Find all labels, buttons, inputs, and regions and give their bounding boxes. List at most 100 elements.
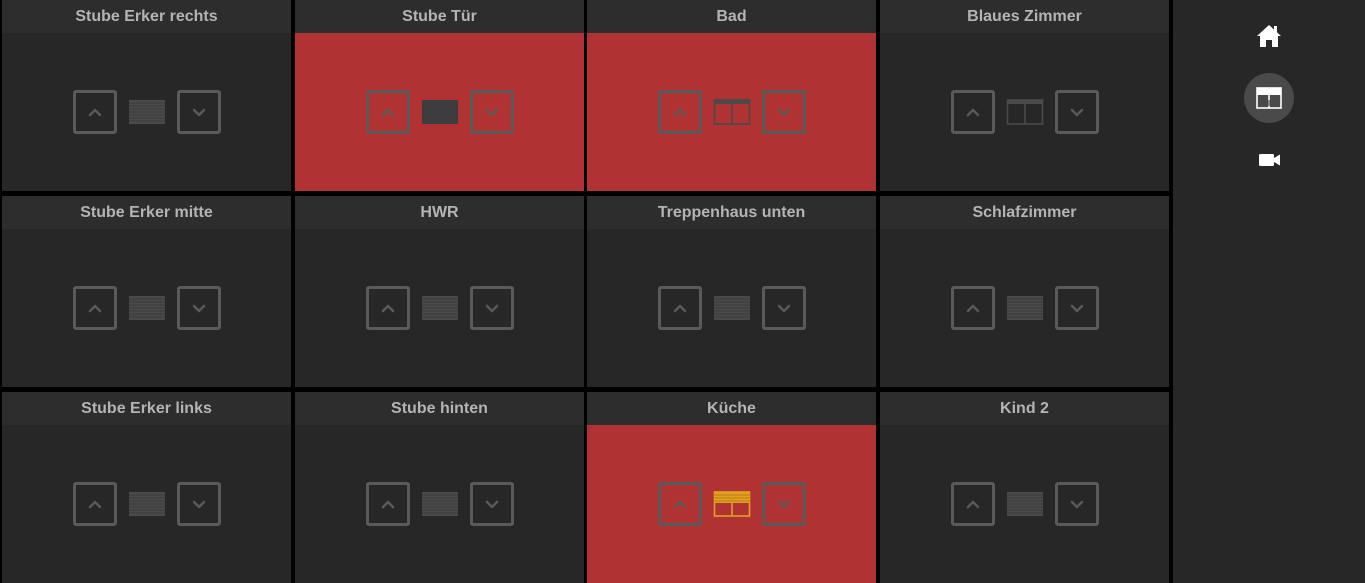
nav-camera-button[interactable]: [1244, 135, 1294, 185]
tile-body: [295, 229, 584, 387]
shutter-down-button[interactable]: [176, 90, 221, 134]
shutter-up-button[interactable]: [72, 90, 117, 134]
shutter-icon: [1256, 87, 1282, 109]
shutter-tile: Blaues Zimmer: [880, 0, 1169, 191]
shutter-status-icon: [1006, 294, 1044, 322]
shutter-up-button[interactable]: [657, 286, 702, 330]
tile-body: [880, 229, 1169, 387]
tile-body: [295, 425, 584, 583]
shutter-down-button[interactable]: [176, 286, 221, 330]
shutter-tile: Schlafzimmer: [880, 196, 1169, 387]
shutter-controls: [72, 286, 221, 330]
tile-title: Kind 2: [880, 392, 1169, 425]
nav-shutters-button[interactable]: [1244, 73, 1294, 123]
shutter-down-button[interactable]: [1054, 286, 1099, 330]
tile-title: Schlafzimmer: [880, 196, 1169, 229]
chevron-up-icon: [966, 108, 979, 117]
tile-title: Stube Erker rechts: [2, 0, 291, 33]
tile-title: Blaues Zimmer: [880, 0, 1169, 33]
shutter-up-button[interactable]: [365, 482, 410, 526]
shutter-up-button[interactable]: [72, 482, 117, 526]
shutter-status-icon: [713, 490, 751, 518]
chevron-down-icon: [1070, 108, 1083, 117]
tile-title: Stube Tür: [295, 0, 584, 33]
chevron-up-icon: [966, 304, 979, 313]
tile-title: Bad: [587, 0, 876, 33]
tile-title: Stube hinten: [295, 392, 584, 425]
chevron-down-icon: [485, 500, 498, 509]
shutter-controls: [657, 90, 806, 134]
chevron-down-icon: [192, 500, 205, 509]
chevron-down-icon: [1070, 304, 1083, 313]
tile-title: Stube Erker mitte: [2, 196, 291, 229]
shutter-controls: [950, 286, 1099, 330]
shutter-tile: Stube Erker links: [2, 392, 291, 583]
shutter-controls: [950, 90, 1099, 134]
chevron-down-icon: [777, 108, 790, 117]
shutter-status-icon: [713, 294, 751, 322]
shutter-down-button[interactable]: [176, 482, 221, 526]
shutter-down-button[interactable]: [761, 482, 806, 526]
tile-title: HWR: [295, 196, 584, 229]
shutter-tile: Kind 2: [880, 392, 1169, 583]
shutter-controls: [365, 286, 514, 330]
tile-body: [2, 33, 291, 191]
shutter-grid: Stube Erker rechts Stube Tür Bad Blaues Zim…: [0, 0, 1172, 583]
chevron-down-icon: [192, 304, 205, 313]
shutter-status-icon: [128, 98, 166, 126]
shutter-up-button[interactable]: [72, 286, 117, 330]
shutter-tile: HWR: [295, 196, 584, 387]
chevron-up-icon: [88, 500, 101, 509]
tile-title: Treppenhaus unten: [587, 196, 876, 229]
shutter-tile: Bad: [587, 0, 876, 191]
chevron-down-icon: [1070, 500, 1083, 509]
shutter-up-button[interactable]: [365, 90, 410, 134]
shutter-controls: [657, 286, 806, 330]
shutter-tile: Treppenhaus unten: [587, 196, 876, 387]
shutter-tile: Stube hinten: [295, 392, 584, 583]
shutter-up-button[interactable]: [950, 90, 995, 134]
shutter-controls: [657, 482, 806, 526]
tile-body: [2, 229, 291, 387]
shutter-status-icon: [1006, 98, 1044, 126]
shutter-controls: [950, 482, 1099, 526]
chevron-up-icon: [88, 304, 101, 313]
chevron-up-icon: [381, 500, 394, 509]
shutter-down-button[interactable]: [469, 286, 514, 330]
shutter-status-icon: [421, 98, 459, 126]
chevron-up-icon: [381, 108, 394, 117]
shutter-up-button[interactable]: [950, 482, 995, 526]
shutter-status-icon: [128, 294, 166, 322]
shutter-up-button[interactable]: [657, 482, 702, 526]
shutter-status-icon: [1006, 490, 1044, 518]
chevron-down-icon: [485, 108, 498, 117]
shutter-down-button[interactable]: [761, 90, 806, 134]
shutter-controls: [72, 482, 221, 526]
shutter-down-button[interactable]: [469, 482, 514, 526]
chevron-up-icon: [966, 500, 979, 509]
tile-body: [2, 425, 291, 583]
chevron-up-icon: [673, 108, 686, 117]
chevron-up-icon: [673, 500, 686, 509]
tile-body: [587, 229, 876, 387]
nav-home-button[interactable]: [1244, 11, 1294, 61]
tile-body: [880, 425, 1169, 583]
shutter-status-icon: [421, 294, 459, 322]
home-icon: [1257, 25, 1281, 47]
shutter-status-icon: [128, 490, 166, 518]
shutter-up-button[interactable]: [657, 90, 702, 134]
shutter-down-button[interactable]: [761, 286, 806, 330]
camera-icon: [1259, 154, 1280, 166]
shutter-controls: [365, 482, 514, 526]
shutter-up-button[interactable]: [365, 286, 410, 330]
shutter-down-button[interactable]: [1054, 90, 1099, 134]
shutter-down-button[interactable]: [469, 90, 514, 134]
shutter-controls: [72, 90, 221, 134]
shutter-up-button[interactable]: [950, 286, 995, 330]
shutter-down-button[interactable]: [1054, 482, 1099, 526]
tile-body: [587, 425, 876, 583]
shutter-controls: [365, 90, 514, 134]
shutter-tile: Stube Erker rechts: [2, 0, 291, 191]
chevron-up-icon: [88, 108, 101, 117]
chevron-up-icon: [673, 304, 686, 313]
